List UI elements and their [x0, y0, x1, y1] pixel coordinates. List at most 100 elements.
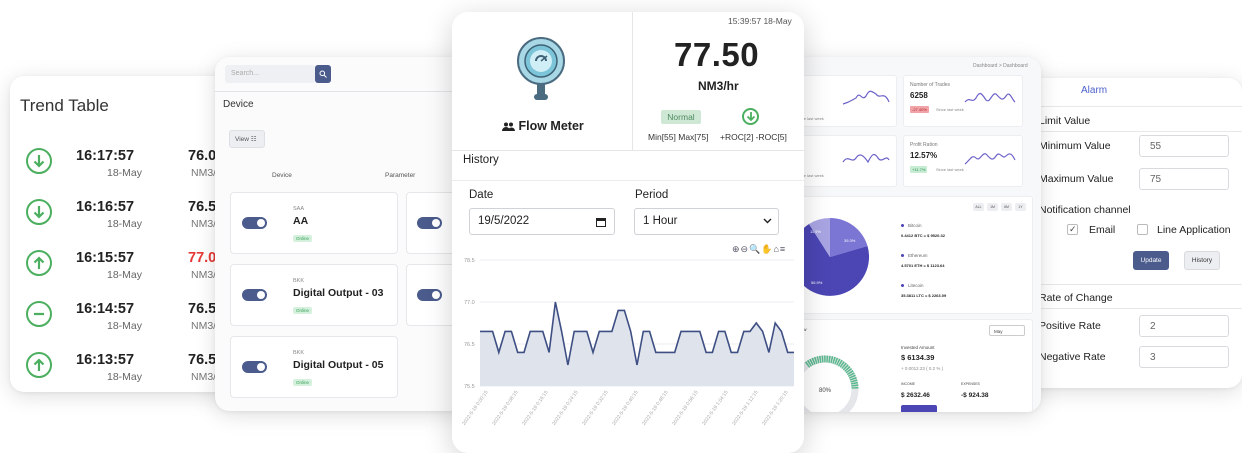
sparkline — [842, 153, 890, 164]
line-application-checkbox[interactable] — [1137, 224, 1148, 235]
invested-value: $ 6134.39 — [901, 353, 935, 362]
flow-meter-icon — [517, 37, 565, 100]
donut-value: 80% — [819, 388, 832, 394]
device-card[interactable]: BKK Digital Output - 05 Online — [230, 336, 398, 398]
flow-meter-label: Flow Meter — [502, 119, 584, 133]
minimum-value-input[interactable]: 55 — [1139, 135, 1229, 157]
toggle-switch[interactable] — [242, 289, 267, 301]
toggle-switch[interactable] — [242, 361, 267, 373]
tab-6m[interactable]: 6M — [1001, 203, 1012, 211]
period-label: Period — [635, 189, 669, 201]
x-tick-label: 2022-5-19 1:04:15 — [701, 390, 729, 427]
row-value: 76.0 — [188, 148, 217, 164]
roc-text: +ROC[2] -ROC[5] — [720, 132, 787, 142]
device-card[interactable]: BKK Digital Output - 03 Online — [230, 264, 398, 326]
row-date: 18-May — [106, 371, 142, 383]
search-button[interactable] — [315, 65, 331, 83]
history-button[interactable]: History — [1184, 251, 1220, 270]
date-label: Date — [469, 189, 494, 201]
x-tick-label: 2022-5-19 0:56:15 — [671, 390, 699, 427]
trend-row: 16:14:57 18-May 76.5 NM3/ — [10, 299, 235, 343]
action-button[interactable] — [901, 405, 937, 412]
toggle-switch[interactable] — [417, 217, 442, 229]
divider — [1027, 308, 1242, 309]
y-tick-label: 76.5 — [464, 342, 475, 348]
row-time: 16:15:57 — [76, 250, 135, 266]
divider — [632, 12, 633, 150]
row-value: 77.0 — [188, 250, 217, 266]
x-tick-label: 2022-5-19 0:16:15 — [521, 390, 549, 427]
notification-channel-heading: Notification channel — [1039, 204, 1131, 216]
stat-card: Since last week — [793, 75, 897, 127]
divider — [1027, 131, 1242, 132]
arrow-down-circle-icon — [26, 199, 52, 225]
tab-all[interactable]: ALL — [973, 203, 984, 211]
divider — [452, 180, 804, 181]
expenses-value: -$ 924.38 — [961, 392, 989, 399]
alarm-title: Alarm — [1081, 85, 1108, 96]
negative-rate-input[interactable]: 3 — [1139, 346, 1229, 368]
maximum-value-input[interactable]: 75 — [1139, 168, 1229, 190]
stat-value: 12.57% — [910, 151, 938, 160]
period-select[interactable]: 1 Hour — [634, 208, 779, 235]
row-date: 18-May — [106, 167, 142, 179]
status-badge: Online — [293, 307, 313, 314]
timestamp: 15:39:57 18-May — [728, 16, 792, 26]
positive-rate-input[interactable]: 2 — [1139, 315, 1229, 337]
view-button[interactable]: View ☷ — [229, 130, 265, 148]
coin-name: Litecoin — [908, 283, 924, 288]
stat-value: 6258 — [910, 91, 928, 100]
device-name: Digital Output - 03 — [293, 287, 384, 299]
arrow-down-circle-icon — [26, 148, 52, 174]
minus-circle-icon — [26, 301, 52, 327]
flow-meter-card: Flow Meter 15:39:57 18-May 77.50 NM3/hr … — [452, 12, 804, 453]
rate-of-change-heading: Rate of Change — [1039, 292, 1113, 304]
parameter-card[interactable] — [406, 264, 456, 326]
status-badge: Normal — [661, 110, 701, 124]
y-tick-label: 77.0 — [464, 300, 475, 306]
toggle-switch[interactable] — [242, 217, 267, 229]
arrow-up-circle-icon — [26, 250, 52, 276]
history-chart[interactable]: 78.577.076.575.52022-5-19 0:00:15 2022-5-… — [452, 250, 804, 450]
coin-amount: 4.5701 ETH = $ 1123.64 — [901, 263, 945, 268]
email-label: Email — [1089, 224, 1116, 236]
device-name: AA — [293, 215, 309, 227]
flow-value: 77.50 — [674, 36, 760, 73]
y-tick-label: 75.5 — [464, 384, 475, 390]
legend-dot — [901, 254, 904, 257]
flow-unit: NM3/hr — [698, 79, 739, 93]
device-card[interactable]: SAA AA Online — [230, 192, 398, 254]
row-time: 16:13:57 — [76, 352, 135, 368]
income-value: $ 2632.46 — [901, 392, 930, 399]
divider — [215, 91, 470, 92]
date-input[interactable]: 19/5/2022 — [469, 208, 615, 235]
pie-label: 56.9% — [811, 280, 823, 285]
status-badge: Online — [293, 235, 313, 242]
minimum-value-label: Minimum Value — [1039, 140, 1111, 152]
flow-meter-name: Flow Meter — [518, 119, 584, 133]
toggle-switch[interactable] — [417, 289, 442, 301]
row-value: 76.5 — [188, 352, 217, 368]
device-code: SAA — [293, 206, 305, 212]
tab-1m[interactable]: 1M — [987, 203, 998, 211]
alarm-card: Alarm Limit Value Minimum Value 55 Maxim… — [1027, 78, 1242, 388]
x-tick-label: 2022-5-19 1:20:15 — [761, 390, 789, 427]
sparkline — [964, 153, 1016, 165]
history-title: History — [463, 154, 499, 166]
expenses-label: EXPENSES — [961, 382, 980, 386]
positive-rate-label: Positive Rate — [1039, 320, 1101, 332]
stat-card: Profit Ration 12.57% +11.7% Since last w… — [903, 135, 1023, 187]
search-input[interactable]: Search... — [225, 65, 315, 83]
coin-amount: 35.3811 LTC = $ 2263.09 — [901, 293, 947, 298]
column-header-device: Device — [272, 172, 292, 179]
x-tick-label: 2022-5-19 1:12:15 — [731, 390, 759, 427]
invested-label: Invested Amount — [901, 345, 935, 350]
x-tick-label: 2022-5-19 0:32:15 — [581, 390, 609, 427]
trend-row: 16:16:57 18-May 76.5 NM3/ — [10, 197, 235, 241]
divider — [1027, 106, 1242, 107]
period-select[interactable]: May — [989, 325, 1025, 336]
parameter-card[interactable] — [406, 192, 456, 254]
coin-name: Bitcoin — [908, 223, 922, 228]
update-button[interactable]: Update — [1133, 251, 1169, 270]
tab-1y[interactable]: 1Y — [1015, 203, 1026, 211]
